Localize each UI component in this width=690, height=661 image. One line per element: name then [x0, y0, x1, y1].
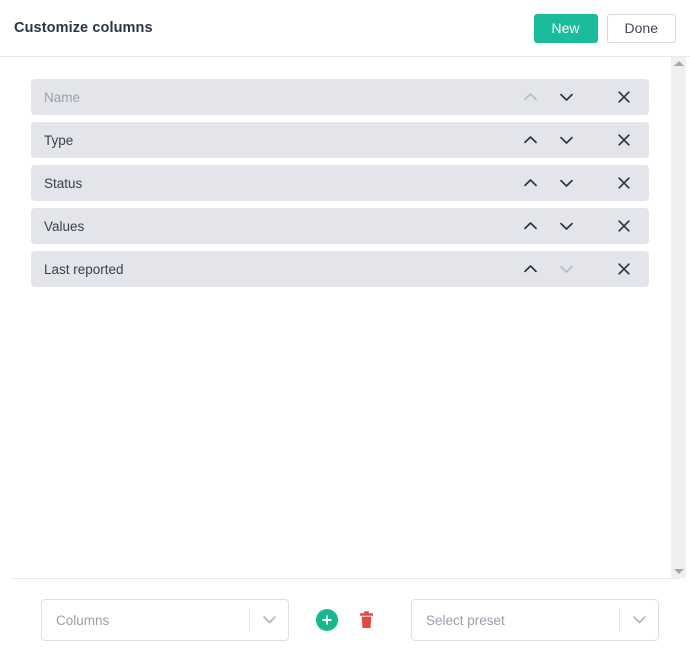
- preset-select[interactable]: Select preset: [411, 599, 659, 641]
- dialog-body: Name Type Status Values Last reported: [0, 57, 690, 578]
- chevron-up-icon[interactable]: [517, 213, 543, 239]
- chevron-down-icon[interactable]: [250, 616, 288, 624]
- plus-circle-icon: [322, 615, 332, 625]
- chevron-up-icon[interactable]: [517, 170, 543, 196]
- chevron-down-icon[interactable]: [553, 84, 579, 110]
- trash-icon: [360, 611, 373, 628]
- column-row-controls: [517, 127, 637, 153]
- columns-select[interactable]: Columns: [41, 599, 289, 641]
- column-row-label: Last reported: [44, 261, 124, 277]
- chevron-down-icon: [553, 256, 579, 282]
- column-row[interactable]: Last reported: [31, 251, 649, 287]
- chevron-up-icon: [517, 84, 543, 110]
- done-button[interactable]: Done: [606, 13, 676, 43]
- page-title: Customize columns: [14, 20, 153, 36]
- header-actions: New Done: [533, 13, 676, 43]
- close-icon[interactable]: [611, 127, 637, 153]
- chevron-down-icon[interactable]: [553, 213, 579, 239]
- dialog-footer: Columns Select preset: [0, 579, 690, 661]
- column-row[interactable]: Type: [31, 122, 649, 158]
- column-row[interactable]: Name: [31, 79, 649, 115]
- add-column-button[interactable]: [316, 609, 338, 631]
- chevron-down-icon[interactable]: [553, 170, 579, 196]
- list-scrollbar[interactable]: [671, 57, 686, 578]
- column-row-controls: [517, 170, 637, 196]
- column-row-controls: [517, 84, 637, 110]
- chevron-up-icon[interactable]: [517, 127, 543, 153]
- preset-select-value: Select preset: [426, 612, 505, 628]
- column-row[interactable]: Values: [31, 208, 649, 244]
- column-row-label: Values: [44, 218, 85, 234]
- close-icon[interactable]: [611, 84, 637, 110]
- column-row-label: Type: [44, 132, 74, 148]
- chevron-down-icon[interactable]: [553, 127, 579, 153]
- column-row[interactable]: Status: [31, 165, 649, 201]
- close-icon[interactable]: [611, 256, 637, 282]
- triangle-down-icon[interactable]: [673, 569, 684, 574]
- chevron-up-icon[interactable]: [517, 256, 543, 282]
- column-row-label: Status: [44, 175, 83, 191]
- chevron-down-icon[interactable]: [620, 616, 658, 624]
- column-row-controls: [517, 213, 637, 239]
- delete-column-button[interactable]: [359, 611, 374, 629]
- triangle-up-icon[interactable]: [673, 61, 684, 66]
- columns-select-value: Columns: [56, 612, 110, 628]
- dialog-header: Customize columns New Done: [0, 0, 690, 57]
- close-icon[interactable]: [611, 170, 637, 196]
- column-row-controls: [517, 256, 637, 282]
- column-row-label: Name: [44, 89, 81, 105]
- close-icon[interactable]: [611, 213, 637, 239]
- new-button[interactable]: New: [533, 13, 598, 43]
- columns-list: Name Type Status Values Last reported: [0, 57, 655, 578]
